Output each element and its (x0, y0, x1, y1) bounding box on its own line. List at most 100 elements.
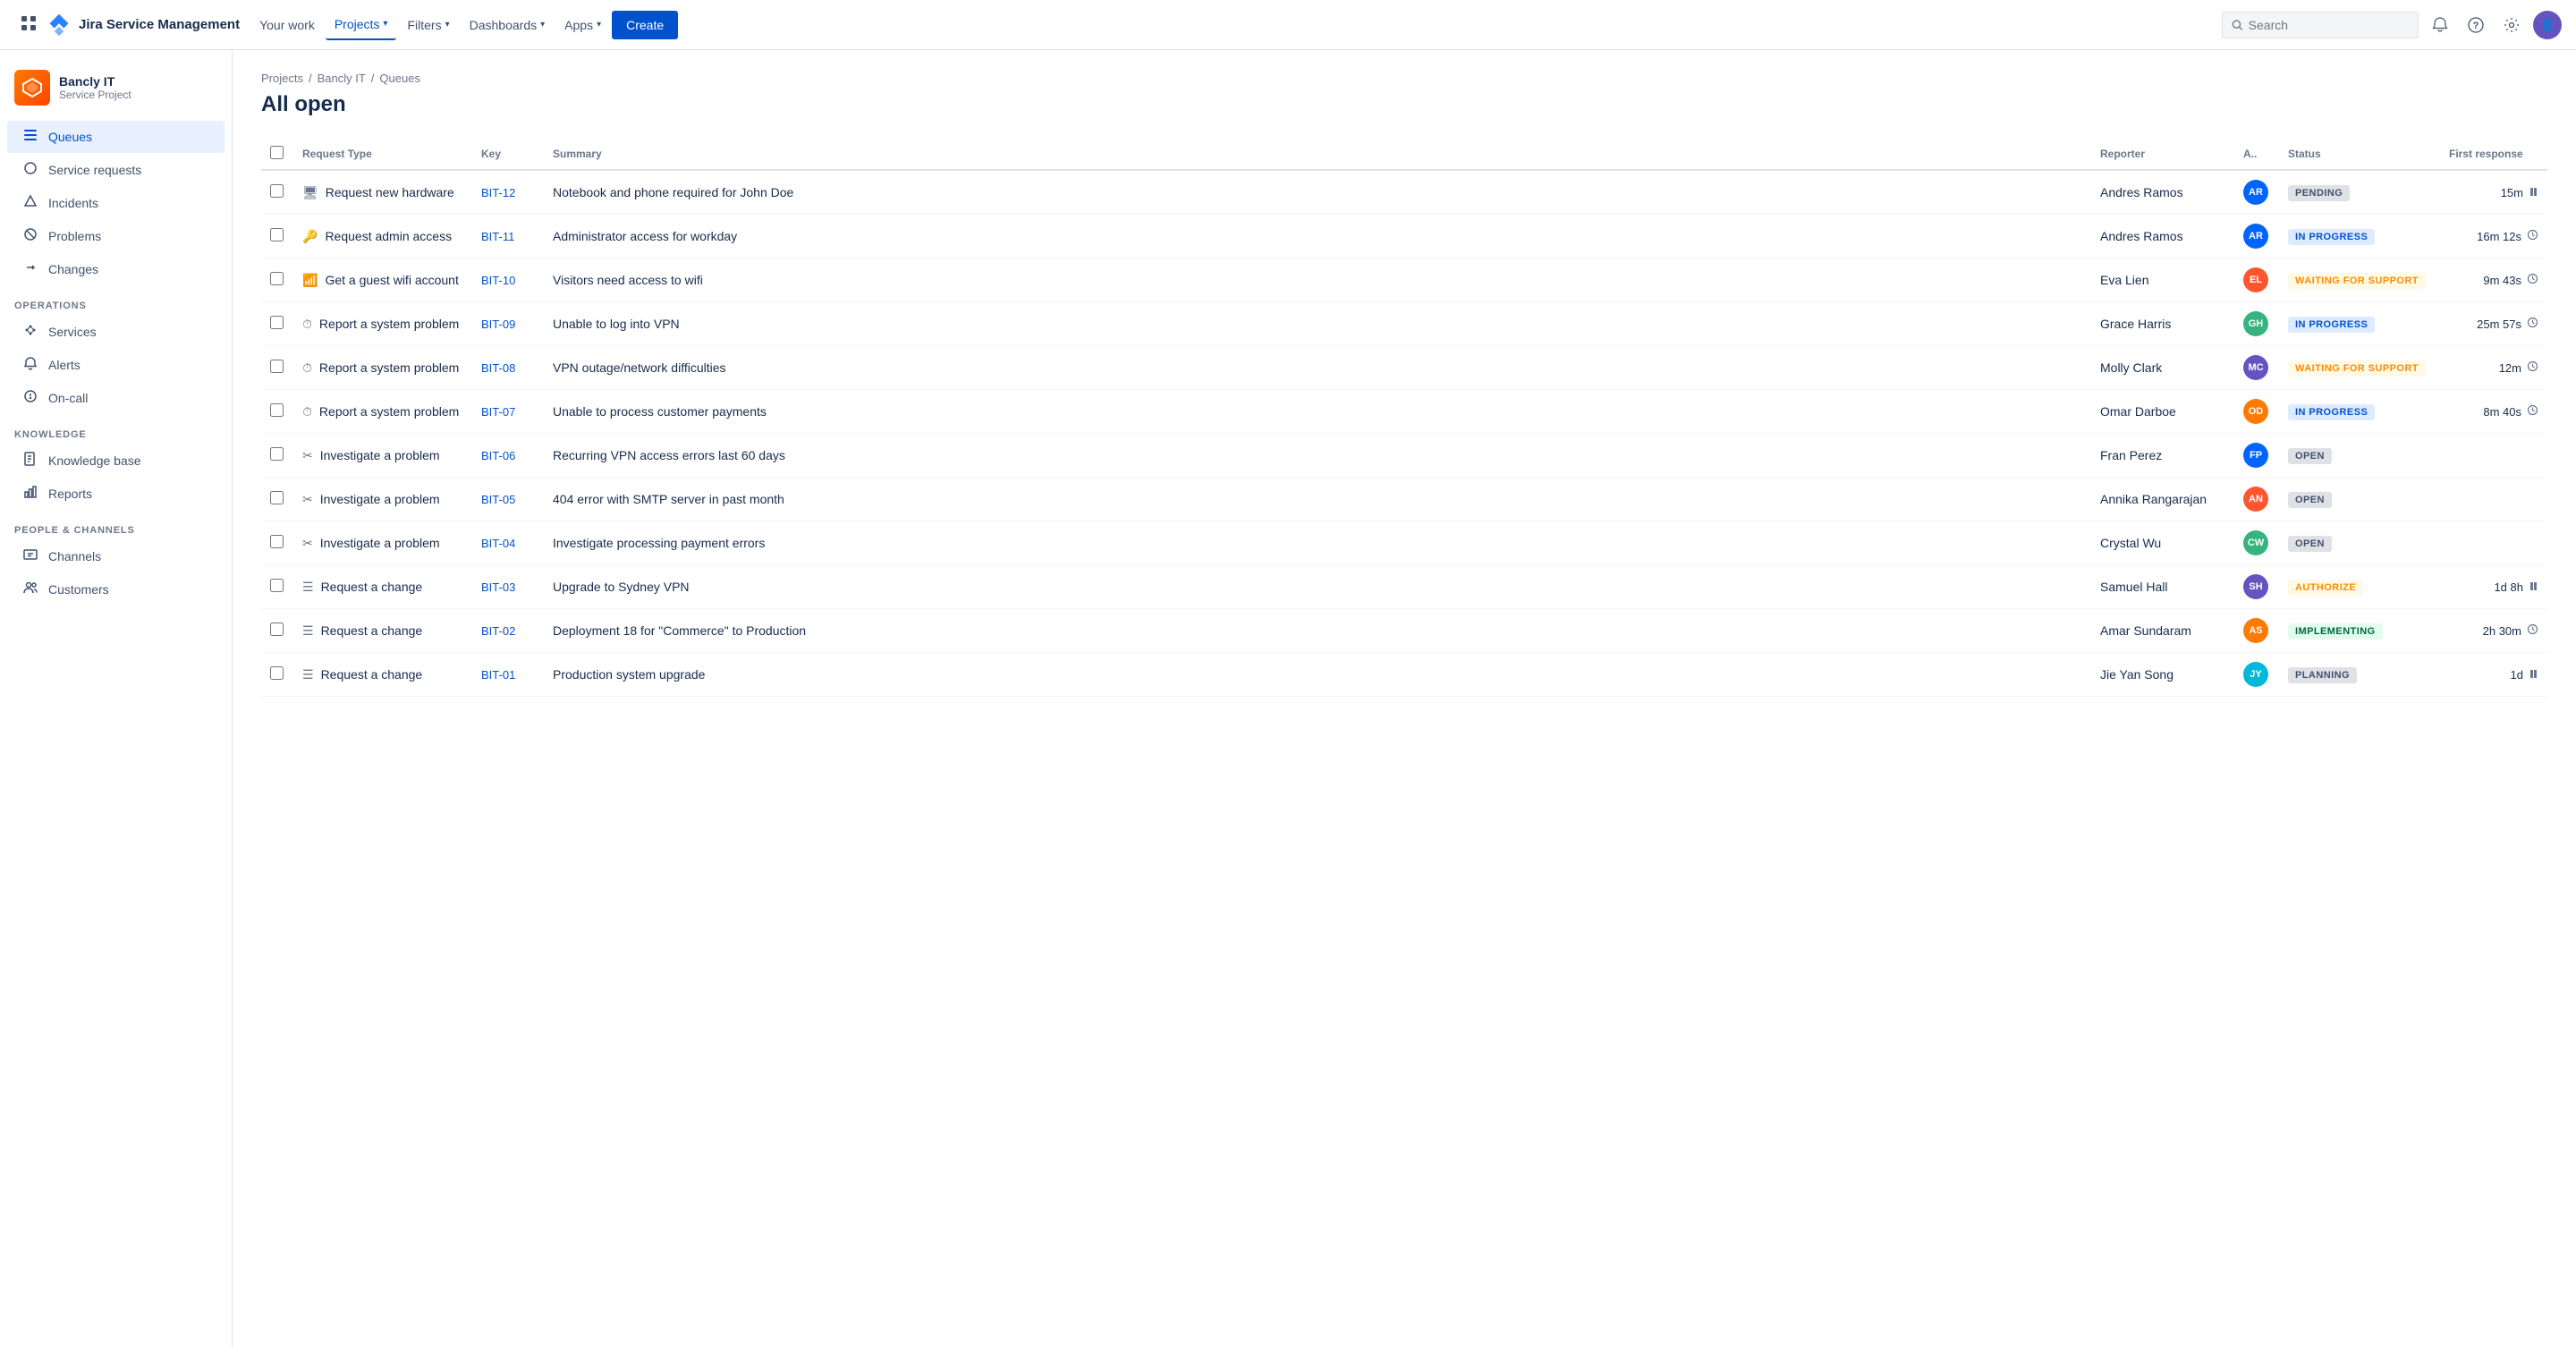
sidebar-item-changes[interactable]: Changes (7, 253, 225, 285)
issue-key[interactable]: BIT-07 (481, 405, 515, 419)
clock-icon (2527, 273, 2538, 287)
issue-key[interactable]: BIT-05 (481, 493, 515, 506)
row-checkbox[interactable] (270, 316, 284, 329)
sidebar-item-problems[interactable]: Problems (7, 220, 225, 252)
th-request-type[interactable]: Request Type (293, 139, 472, 170)
row-checkbox[interactable] (270, 623, 284, 636)
issue-status-cell: IN PROGRESS (2279, 215, 2440, 258)
th-assignee[interactable]: A.. (2234, 139, 2279, 170)
clock-icon (2527, 623, 2538, 638)
issue-response-cell (2440, 478, 2547, 521)
nav-your-work[interactable]: Your work (250, 11, 324, 39)
row-checkbox[interactable] (270, 184, 284, 198)
notifications-button[interactable] (2426, 11, 2454, 39)
nav-dashboards[interactable]: Dashboards ▾ (461, 11, 555, 39)
help-button[interactable]: ? (2462, 11, 2490, 39)
row-checkbox[interactable] (270, 535, 284, 548)
issue-type-cell: ✂ Investigate a problem (293, 434, 472, 478)
issue-summary-cell: Deployment 18 for "Commerce" to Producti… (544, 609, 2091, 653)
row-checkbox[interactable] (270, 360, 284, 373)
sidebar-item-reports[interactable]: Reports (7, 478, 225, 510)
response-time: 9m 43s (2483, 274, 2521, 287)
th-summary[interactable]: Summary (544, 139, 2091, 170)
row-checkbox-cell (261, 215, 293, 258)
issue-reporter-cell: Andres Ramos (2091, 215, 2234, 258)
issue-key[interactable]: BIT-12 (481, 186, 515, 199)
th-status[interactable]: Status (2279, 139, 2440, 170)
select-all-checkbox[interactable] (270, 146, 284, 159)
issue-key-cell: BIT-06 (472, 434, 544, 478)
search-bar[interactable] (2222, 12, 2419, 38)
issue-response-cell: 8m 40s (2440, 390, 2547, 434)
assignee-avatar: FP (2243, 443, 2268, 468)
response-time: 15m (2501, 186, 2523, 199)
status-badge: OPEN (2288, 536, 2332, 552)
table-row: 🔑 Request admin access BIT-11 Administra… (261, 215, 2547, 258)
issue-key[interactable]: BIT-04 (481, 537, 515, 550)
sidebar-item-services[interactable]: Services (7, 316, 225, 348)
row-checkbox[interactable] (270, 228, 284, 241)
row-checkbox[interactable] (270, 447, 284, 461)
issue-reporter-cell: Jie Yan Song (2091, 653, 2234, 697)
table-row: ⏱ Report a system problem BIT-07 Unable … (261, 390, 2547, 434)
issue-response-cell (2440, 434, 2547, 478)
filters-chevron-icon: ▾ (445, 20, 450, 30)
user-avatar[interactable]: 👤 (2533, 11, 2562, 39)
svg-text:?: ? (2473, 21, 2479, 31)
issue-response-cell: 12m (2440, 346, 2547, 390)
issue-response-cell (2440, 521, 2547, 565)
issue-type-icon: ✂ (302, 492, 313, 507)
sidebar-item-incidents[interactable]: Incidents (7, 187, 225, 219)
breadcrumb-bancly-it[interactable]: Bancly IT (318, 72, 366, 85)
response-cell: 15m (2449, 186, 2538, 199)
services-icon (21, 323, 39, 341)
issue-key[interactable]: BIT-10 (481, 274, 515, 287)
row-checkbox[interactable] (270, 579, 284, 592)
issue-key[interactable]: BIT-06 (481, 449, 515, 462)
issue-key[interactable]: BIT-11 (481, 230, 514, 243)
th-first-response[interactable]: First response (2440, 139, 2547, 170)
sidebar-item-service-requests[interactable]: Service requests (7, 154, 225, 186)
app-name: Jira Service Management (79, 17, 240, 32)
issue-response-cell: 1d (2440, 653, 2547, 697)
sidebar-item-knowledge-base[interactable]: Knowledge base (7, 445, 225, 477)
nav-projects[interactable]: Projects ▾ (326, 10, 397, 40)
issue-key[interactable]: BIT-09 (481, 318, 515, 331)
response-time: 16m 12s (2477, 230, 2521, 243)
issue-status-cell: AUTHORIZE (2279, 565, 2440, 609)
issue-key[interactable]: BIT-02 (481, 624, 515, 638)
issue-assignee-cell: GH (2234, 302, 2279, 346)
issue-key[interactable]: BIT-03 (481, 580, 515, 594)
nav-apps[interactable]: Apps ▾ (555, 11, 610, 39)
sidebar-item-oncall[interactable]: On-call (7, 382, 225, 414)
response-cell: 12m (2449, 360, 2538, 375)
clock-icon (2527, 360, 2538, 375)
issue-type-cell: ☰ Request a change (293, 653, 472, 697)
row-checkbox[interactable] (270, 666, 284, 680)
sidebar-item-channels[interactable]: Channels (7, 540, 225, 572)
issue-key[interactable]: BIT-01 (481, 668, 515, 682)
row-checkbox[interactable] (270, 403, 284, 417)
sidebar-reports-label: Reports (48, 487, 92, 501)
th-reporter[interactable]: Reporter (2091, 139, 2234, 170)
row-checkbox[interactable] (270, 491, 284, 504)
row-checkbox[interactable] (270, 272, 284, 285)
breadcrumb-projects[interactable]: Projects (261, 72, 303, 85)
issue-reporter-cell: Annika Rangarajan (2091, 478, 2234, 521)
sidebar-item-alerts[interactable]: Alerts (7, 349, 225, 381)
app-logo[interactable]: Jira Service Management (47, 13, 240, 38)
create-button[interactable]: Create (612, 11, 678, 39)
project-header: Bancly IT Service Project (0, 61, 232, 120)
search-input[interactable] (2249, 18, 2409, 32)
issue-status-cell: WAITING FOR SUPPORT (2279, 258, 2440, 302)
settings-button[interactable] (2497, 11, 2526, 39)
project-info: Bancly IT Service Project (59, 74, 131, 101)
sidebar-item-customers[interactable]: Customers (7, 573, 225, 606)
issue-key[interactable]: BIT-08 (481, 361, 515, 375)
sidebar-item-queues[interactable]: Queues (7, 121, 225, 153)
th-key[interactable]: Key (472, 139, 544, 170)
grid-icon[interactable] (14, 9, 43, 40)
assignee-avatar: AS (2243, 618, 2268, 643)
nav-filters[interactable]: Filters ▾ (398, 11, 458, 39)
clock-icon (2527, 229, 2538, 243)
